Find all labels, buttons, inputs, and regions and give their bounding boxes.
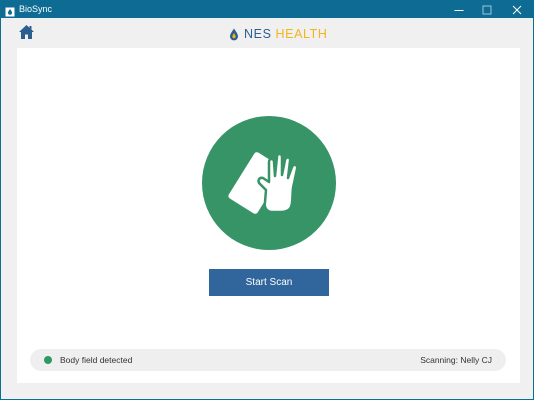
app-window: BioSync NES HEALTH Start Scan Body field… <box>0 0 534 400</box>
close-icon <box>512 5 522 14</box>
start-scan-button[interactable]: Start Scan <box>209 269 329 296</box>
window-title: BioSync <box>19 4 53 14</box>
status-bar: Body field detected Scanning: Nelly CJ <box>30 349 506 371</box>
status-text: Body field detected <box>60 355 133 365</box>
logo-accent-text: HEALTH <box>275 27 328 41</box>
close-button[interactable] <box>502 1 532 18</box>
scanning-user-text: Scanning: Nelly CJ <box>420 355 492 365</box>
main-panel: Start Scan Body field detected Scanning:… <box>17 48 520 383</box>
home-icon <box>19 25 34 39</box>
maximize-icon <box>482 5 492 14</box>
home-button[interactable] <box>18 24 35 41</box>
status-indicator <box>44 356 52 364</box>
minimize-button[interactable] <box>444 1 474 18</box>
scan-illustration <box>202 116 336 250</box>
nes-health-logo: NES HEALTH <box>229 26 328 42</box>
water-drop-icon <box>230 28 238 40</box>
hand-on-card-icon <box>228 152 299 214</box>
maximize-button[interactable] <box>472 1 502 18</box>
logo-brand-text: NES <box>244 27 272 41</box>
title-bar[interactable]: BioSync <box>1 1 533 18</box>
app-icon <box>5 4 15 17</box>
minimize-icon <box>454 9 464 11</box>
